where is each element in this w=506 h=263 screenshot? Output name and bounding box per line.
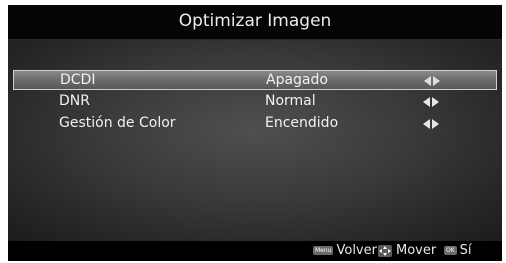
menu-item-label: DNR (59, 93, 90, 109)
menu-item-value[interactable]: Apagado (266, 72, 328, 88)
left-right-arrows-icon[interactable] (423, 97, 439, 107)
hint-ok[interactable]: OK Sí (444, 243, 472, 258)
menu-item-gestion-de-color[interactable]: Gestión de Color Encendido (13, 114, 497, 134)
footer-hints: Menu Volver Mover OK Sí (8, 241, 502, 261)
page-title: Optimizar Imagen (178, 11, 332, 31)
menu-item-value[interactable]: Encendido (265, 115, 338, 131)
menu-panel: DCDI Apagado DNR Normal Gestión de Color… (8, 40, 502, 241)
menu-item-dnr[interactable]: DNR Normal (13, 92, 497, 112)
menu-item-label: DCDI (60, 72, 96, 88)
menu-item-value[interactable]: Normal (265, 93, 316, 109)
left-right-arrows-icon[interactable] (423, 119, 439, 129)
hint-move[interactable]: Mover (378, 243, 436, 258)
title-bar: Optimizar Imagen (8, 5, 502, 40)
osd-window: Optimizar Imagen DCDI Apagado DNR Normal… (8, 5, 502, 261)
hint-move-label: Mover (396, 243, 437, 258)
left-right-arrows-icon[interactable] (424, 76, 440, 86)
hint-back-label: Volver (336, 243, 377, 258)
ok-key-icon: OK (444, 246, 457, 255)
menu-item-dcdi[interactable]: DCDI Apagado (13, 70, 497, 90)
menu-key-icon: Menu (313, 246, 334, 255)
menu-item-label: Gestión de Color (59, 115, 176, 131)
hint-ok-label: Sí (459, 243, 472, 258)
hint-back[interactable]: Menu Volver (313, 243, 377, 258)
dpad-icon (378, 244, 392, 257)
